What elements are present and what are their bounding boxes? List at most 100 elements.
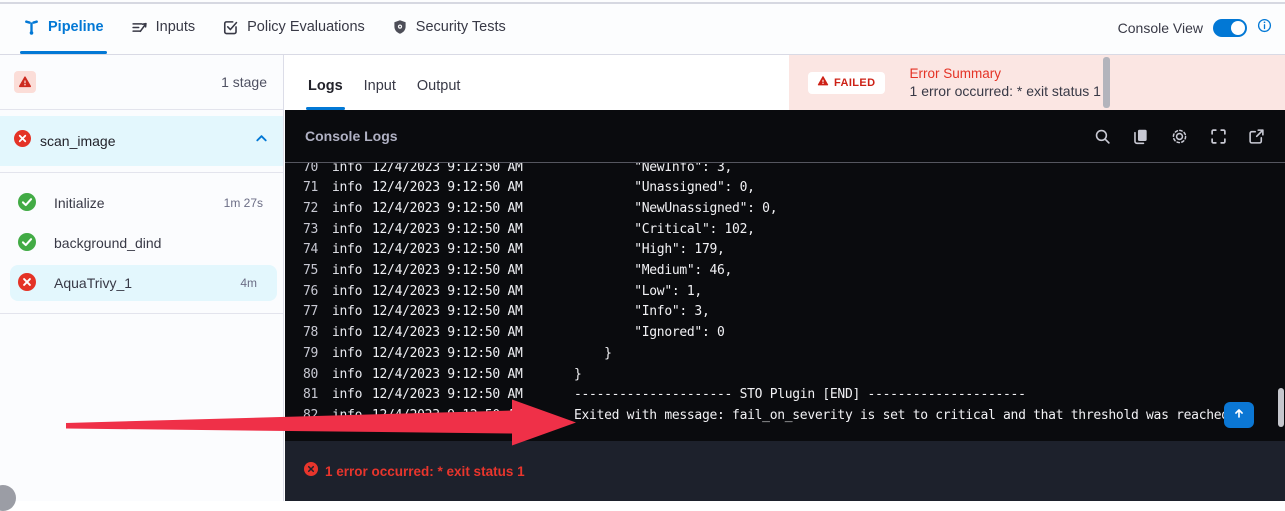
log-content: "Critical": 102, <box>574 222 755 237</box>
toggle-knob <box>1231 21 1245 35</box>
log-line-79: 79info12/4/2023 9:12:50 AM } <box>285 343 612 363</box>
sidebar-header: 1 stage <box>0 55 283 110</box>
policy-evaluations-icon <box>222 19 239 36</box>
log-content: "Medium": 46, <box>574 263 732 278</box>
fullscreen-icon[interactable] <box>1210 128 1227 145</box>
log-scrollbar-thumb[interactable] <box>1278 388 1284 427</box>
console-toolbar <box>1094 127 1265 146</box>
log-line-number: 73 <box>285 222 318 237</box>
copy-icon[interactable] <box>1132 128 1149 145</box>
tab-output[interactable]: Output <box>417 78 461 110</box>
open-in-new-icon[interactable] <box>1248 128 1265 145</box>
step-list: Initialize 1m 27s background_dind AquaTrivy… <box>0 173 283 301</box>
info-icon[interactable] <box>1257 18 1272 38</box>
top-nav: Pipeline Inputs Policy Evaluations Security… <box>0 0 1285 55</box>
log-timestamp: 12/4/2023 9:12:50 AM <box>372 201 528 216</box>
log-line-number: 72 <box>285 201 318 216</box>
error-summary-panel: FAILED Error Summary 1 error occurred: *… <box>789 55 1285 110</box>
log-line-number: 76 <box>285 284 318 299</box>
step-row-initialize[interactable]: Initialize 1m 27s <box>0 183 283 223</box>
error-summary-scrollbar[interactable] <box>1103 57 1110 108</box>
log-content: --------------------- STO Plugin [END] -… <box>574 387 1026 402</box>
log-timestamp: 12/4/2023 9:12:50 AM <box>372 222 528 237</box>
error-summary-text: Error Summary 1 error occurred: * exit s… <box>910 66 1101 99</box>
tab-input[interactable]: Input <box>364 78 396 110</box>
log-level: info <box>332 263 362 278</box>
step-row-aquatrivy-1[interactable]: AquaTrivy_14m <box>10 265 277 301</box>
log-content: "Ignored": 0 <box>574 325 725 340</box>
log-level: info <box>332 222 362 237</box>
security-tests-icon <box>392 19 408 35</box>
nav-tab-inputs[interactable]: Inputs <box>131 0 196 54</box>
x-circle-icon <box>18 273 36 294</box>
log-level: info <box>332 387 362 402</box>
log-level: info <box>332 284 362 299</box>
error-circle-icon <box>304 462 318 481</box>
log-level: info <box>332 408 362 423</box>
nav-tab-label: Security Tests <box>416 19 506 35</box>
step-duration: 1m 27s <box>224 196 263 210</box>
log-viewport[interactable]: 70info12/4/2023 9:12:50 AM "NewInfo": 3,… <box>285 163 1285 441</box>
log-line-77: 77info12/4/2023 9:12:50 AM "Info": 3, <box>285 302 709 322</box>
warning-triangle-icon <box>817 75 829 90</box>
log-level: info <box>332 180 362 195</box>
nav-tab-security-tests[interactable]: Security Tests <box>392 0 506 54</box>
stage-row-scan-image[interactable]: scan_image <box>0 116 283 166</box>
log-level: info <box>332 325 362 340</box>
log-view-tabs: Logs Input Output <box>285 55 789 110</box>
error-warning-badge <box>14 71 36 93</box>
log-line-number: 77 <box>285 304 318 319</box>
console-logs-panel: Console Logs 70info12/4/2023 9:12:50 AM … <box>285 110 1285 441</box>
log-line-number: 70 <box>285 163 318 175</box>
log-line-number: 71 <box>285 180 318 195</box>
search-icon[interactable] <box>1094 128 1111 145</box>
nav-tab-label: Pipeline <box>48 19 104 35</box>
log-line-number: 78 <box>285 325 318 340</box>
step-name: AquaTrivy_1 <box>54 275 132 291</box>
stage-count: 1 stage <box>221 74 267 90</box>
chevron-up-icon[interactable] <box>254 131 269 151</box>
inputs-icon <box>131 19 148 36</box>
log-line-74: 74info12/4/2023 9:12:50 AM "High": 179, <box>285 240 725 260</box>
console-title: Console Logs <box>305 128 398 144</box>
status-badge-failed: FAILED <box>808 72 885 94</box>
log-level: info <box>332 242 362 257</box>
log-content: } <box>574 367 582 382</box>
log-timestamp: 12/4/2023 9:12:50 AM <box>372 163 528 175</box>
settings-icon[interactable] <box>1170 127 1189 146</box>
console-view-toggle[interactable] <box>1213 19 1247 37</box>
log-timestamp: 12/4/2023 9:12:50 AM <box>372 346 528 361</box>
nav-tab-policy-evaluations[interactable]: Policy Evaluations <box>222 0 365 54</box>
stage-name: scan_image <box>40 133 245 149</box>
log-timestamp: 12/4/2023 9:12:50 AM <box>372 304 528 319</box>
footer-error-message: 1 error occurred: * exit status 1 <box>325 464 525 479</box>
log-content: "NewUnassigned": 0, <box>574 201 777 216</box>
log-timestamp: 12/4/2023 9:12:50 AM <box>372 284 528 299</box>
nav-tab-pipeline[interactable]: Pipeline <box>23 0 104 54</box>
scroll-to-bottom-button[interactable] <box>1224 402 1254 428</box>
error-summary-title: Error Summary <box>910 66 1101 81</box>
log-timestamp: 12/4/2023 9:12:50 AM <box>372 325 528 340</box>
step-name: background_dind <box>54 235 161 251</box>
help-button-partial[interactable] <box>0 485 16 511</box>
log-timestamp: 12/4/2023 9:12:50 AM <box>372 367 528 382</box>
console-view-control: Console View <box>1118 0 1272 55</box>
log-level: info <box>332 201 362 216</box>
nav-tabs: Pipeline Inputs Policy Evaluations Security… <box>0 0 1285 54</box>
log-line-70: 70info12/4/2023 9:12:50 AM "NewInfo": 3, <box>285 163 732 177</box>
log-content: } <box>574 346 612 361</box>
log-content: "NewInfo": 3, <box>574 163 732 175</box>
step-name: Initialize <box>54 195 105 211</box>
log-line-number: 81 <box>285 387 318 402</box>
log-line-80: 80info12/4/2023 9:12:50 AM} <box>285 364 582 384</box>
step-row-background-dind[interactable]: background_dind <box>0 223 283 263</box>
log-timestamp: 12/4/2023 9:12:50 AM <box>372 180 528 195</box>
log-line-number: 82 <box>285 408 318 423</box>
tab-logs[interactable]: Logs <box>308 78 343 110</box>
nav-tab-label: Policy Evaluations <box>247 19 365 35</box>
check-circle-icon <box>18 233 36 254</box>
log-content: "Unassigned": 0, <box>574 180 755 195</box>
log-content: Exited with message: fail_on_severity is… <box>574 408 1236 423</box>
check-circle-icon <box>18 193 36 214</box>
nav-tab-label: Inputs <box>156 19 196 35</box>
